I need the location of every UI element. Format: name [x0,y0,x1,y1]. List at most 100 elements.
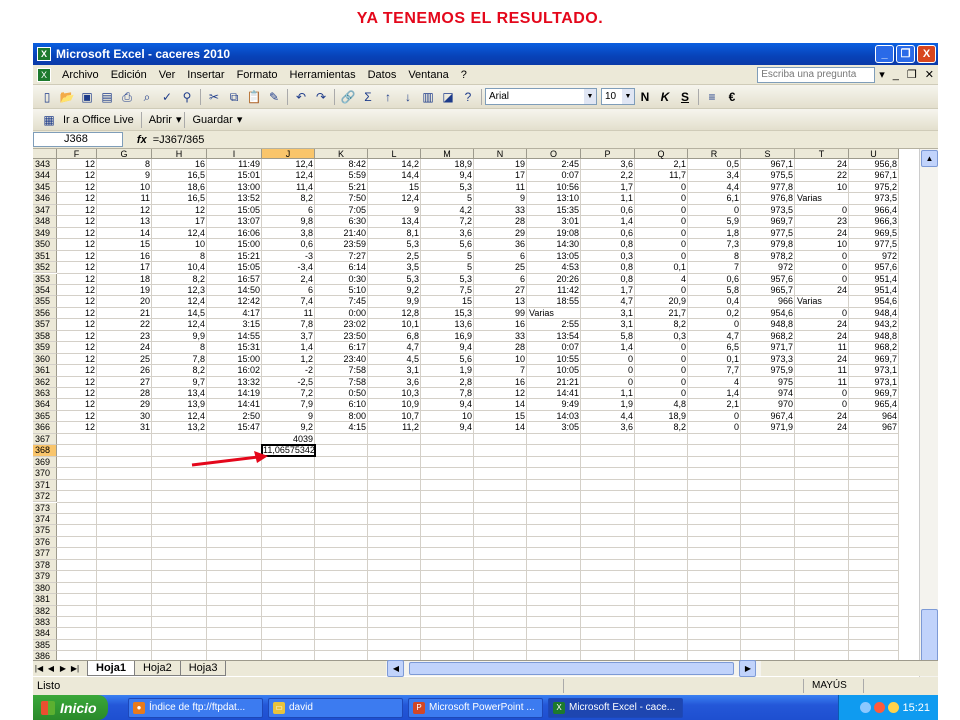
column-header-j[interactable]: J [262,149,315,159]
cell-n366[interactable]: 14 [474,422,527,433]
row-header-366[interactable]: 366 [33,422,57,434]
cell-r352[interactable]: 7 [688,262,741,273]
spelling-icon[interactable]: ✓ [158,88,176,106]
cell-s365[interactable]: 967,4 [741,411,795,422]
cell-q348[interactable]: 0 [635,216,688,227]
cell-s347[interactable]: 973,5 [741,205,795,216]
open-button[interactable]: Abrir [145,114,176,126]
cell-p364[interactable]: 1,9 [581,399,635,410]
cell-t354[interactable]: 24 [795,285,849,296]
office-live-button[interactable]: Ir a Office Live [59,114,138,126]
cell-h356[interactable]: 14,5 [152,308,207,319]
cell-t356[interactable]: 0 [795,308,849,319]
cell-k356[interactable]: 0:00 [315,308,368,319]
cell-f346[interactable]: 12 [57,193,97,204]
sheet-tab-hoja2[interactable]: Hoja2 [133,661,181,676]
cell-h343[interactable]: 16 [152,159,207,170]
column-header-n[interactable]: N [474,149,527,159]
scroll-left-icon[interactable]: ◀ [387,660,405,677]
cell-s349[interactable]: 977,5 [741,228,795,239]
row-header-357[interactable]: 357 [33,319,57,331]
cell-s353[interactable]: 957,6 [741,274,795,285]
cell-k358[interactable]: 23:50 [315,331,368,342]
cell-h357[interactable]: 12,4 [152,319,207,330]
first-sheet-icon[interactable]: |◀ [33,664,45,673]
task-browser[interactable]: ● Índice de ftp://ftpdat... [128,697,263,718]
antivirus-icon[interactable] [874,702,886,713]
cell-n347[interactable]: 33 [474,205,527,216]
cell-p345[interactable]: 1,7 [581,182,635,193]
cell-g345[interactable]: 10 [97,182,152,193]
cell-j351[interactable]: -3 [262,251,315,262]
cell-t344[interactable]: 22 [795,170,849,181]
row-header-349[interactable]: 349 [33,227,57,240]
cell-r346[interactable]: 6,1 [688,193,741,204]
cell-u366[interactable]: 967 [849,422,899,433]
row-header-348[interactable]: 348 [33,216,57,228]
cell-q366[interactable]: 8,2 [635,422,688,433]
cell-f348[interactable]: 12 [57,216,97,227]
print-preview-icon[interactable]: ⌕ [138,88,156,106]
cell-i344[interactable]: 15:01 [207,170,262,181]
cell-m364[interactable]: 9,4 [421,399,474,410]
cell-f360[interactable]: 12 [57,354,97,365]
cell-p351[interactable]: 0,3 [581,251,635,262]
cell-i351[interactable]: 15:21 [207,251,262,262]
cell-s362[interactable]: 975 [741,377,795,388]
font-size-select[interactable]: 10 ▼ [601,88,635,105]
cell-l343[interactable]: 14,2 [368,159,421,170]
cell-s358[interactable]: 968,2 [741,331,795,342]
format-painter-icon[interactable]: ✎ [265,88,283,106]
cell-g352[interactable]: 17 [97,262,152,273]
row-header-365[interactable]: 365 [33,410,57,423]
cell-k348[interactable]: 6:30 [315,216,368,227]
cell-t350[interactable]: 10 [795,239,849,250]
cell-r361[interactable]: 7,7 [688,365,741,376]
cell-g358[interactable]: 23 [97,331,152,342]
cell-o348[interactable]: 3:01 [527,216,581,227]
cell-p360[interactable]: 0 [581,354,635,365]
title-bar[interactable]: X Microsoft Excel - caceres 2010 _ ❐ X [33,43,938,65]
row-header-369[interactable]: 369 [33,456,57,469]
cell-l361[interactable]: 3,1 [368,365,421,376]
row-header-370[interactable]: 370 [33,468,57,480]
cell-g348[interactable]: 13 [97,216,152,227]
cell-j346[interactable]: 8,2 [262,193,315,204]
cell-h349[interactable]: 12,4 [152,228,207,239]
cell-t348[interactable]: 23 [795,216,849,227]
cell-h362[interactable]: 9,7 [152,377,207,388]
cell-j356[interactable]: 11 [262,308,315,319]
cell-q363[interactable]: 0 [635,388,688,399]
cell-s344[interactable]: 975,5 [741,170,795,181]
cell-i364[interactable]: 14:41 [207,399,262,410]
cell-k351[interactable]: 7:27 [315,251,368,262]
cell-i346[interactable]: 13:52 [207,193,262,204]
row-header-377[interactable]: 377 [33,548,57,560]
cell-g343[interactable]: 8 [97,159,152,170]
cell-t358[interactable]: 24 [795,331,849,342]
cell-m362[interactable]: 2,8 [421,377,474,388]
cell-k365[interactable]: 8:00 [315,411,368,422]
cell-m358[interactable]: 16,9 [421,331,474,342]
cell-p356[interactable]: 3,1 [581,308,635,319]
function-icon[interactable]: fx [137,134,147,146]
row-header-346[interactable]: 346 [33,193,57,205]
cell-l358[interactable]: 6,8 [368,331,421,342]
cell-h361[interactable]: 8,2 [152,365,207,376]
cell-t355[interactable]: Varias [795,296,849,307]
cell-n363[interactable]: 12 [474,388,527,399]
cell-n360[interactable]: 10 [474,354,527,365]
column-header-l[interactable]: L [368,149,421,159]
cell-i345[interactable]: 13:00 [207,182,262,193]
cell-r364[interactable]: 2,1 [688,399,741,410]
cell-o351[interactable]: 13:05 [527,251,581,262]
cell-f363[interactable]: 12 [57,388,97,399]
cell-i350[interactable]: 15:00 [207,239,262,250]
cell-r348[interactable]: 5,9 [688,216,741,227]
cell-g350[interactable]: 15 [97,239,152,250]
cell-r365[interactable]: 0 [688,411,741,422]
cell-o362[interactable]: 21:21 [527,377,581,388]
select-all-corner[interactable] [33,149,57,159]
cell-k355[interactable]: 7:45 [315,296,368,307]
column-header-h[interactable]: H [152,149,207,159]
